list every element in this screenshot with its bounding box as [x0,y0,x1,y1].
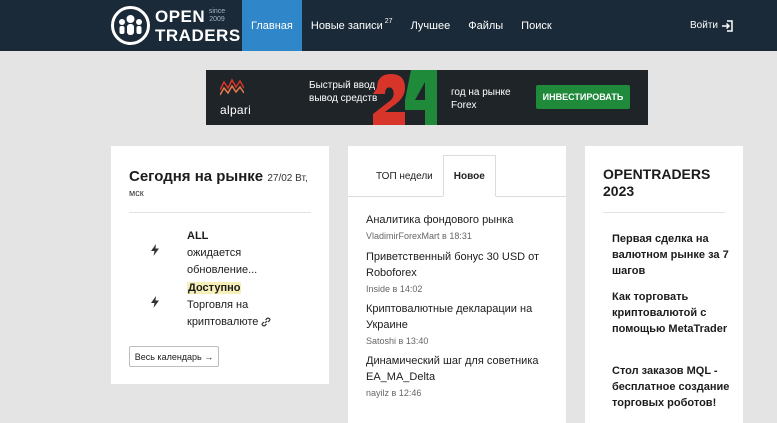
feed-post[interactable]: Криптовалютные декларации на Украине Sat… [366,301,556,346]
post-meta: nayilz в 12:46 [366,388,556,398]
post-author[interactable]: Inside [366,284,390,294]
post-title[interactable]: Криптовалютные декларации на Украине [366,301,556,333]
post-author[interactable]: Satoshi [366,336,396,346]
nav-item-label: Главная [251,19,293,32]
alpari-ad-banner[interactable]: alpari Быстрый ввод и вывод средств год … [206,70,648,125]
opentraders-title: OPENTRADERS 2023 [603,166,711,199]
logo-text-traders: TRADERS [155,26,241,45]
posts-feed-card: ТОП недели Новое Аналитика фондового рын… [348,146,566,423]
market-event-text: ALL ожидается обновление... [187,228,307,279]
market-today-card: Сегодня на рынке 27/02 Вт, мск ALL ожида… [111,146,329,384]
post-time: в 14:02 [392,284,423,294]
tab-top-week[interactable]: ТОП недели [366,155,443,197]
link-icon [261,317,271,327]
site-logo[interactable]: OPEN TRADERS since 2009 [111,0,240,51]
opentraders-2023-card: OPENTRADERS 2023 Первая сделка на валютн… [585,146,743,423]
post-title[interactable]: Приветственный бонус 30 USD от Roboforex [366,249,556,281]
nav-item-label: Поиск [521,19,552,32]
feed-tabs: ТОП недели Новое [366,155,496,197]
lightning-icon [151,244,159,256]
market-today-date: 27/02 Вт, [267,173,308,184]
market-today-title: Сегодня на рынке 27/02 Вт, [129,166,319,189]
divider [603,212,725,213]
main-nav: Главная Новые записи 27 Лучшее Файлы Пои… [242,0,561,51]
tab-new[interactable]: Новое [442,155,496,197]
invest-button[interactable]: ИНВЕСТИРОВАТЬ [536,85,630,109]
market-today-heading: Сегодня на рынке [129,168,264,185]
post-meta: Satoshi в 13:40 [366,336,556,346]
top-navigation-bar: OPEN TRADERS since 2009 Главная Новые за… [0,0,777,51]
login-icon [721,19,733,32]
post-title[interactable]: Динамический шаг для советника EA_MA_Del… [366,353,556,385]
nav-item-home[interactable]: Главная [242,0,302,51]
feed-post[interactable]: Аналитика фондового рынка VladimirForexM… [366,212,556,241]
post-time: в 18:31 [442,231,472,241]
opentraders-article-link[interactable]: Первая сделка на валютном рынке за 7 шаг… [612,231,732,279]
feed-post[interactable]: Приветственный бонус 30 USD от Roboforex… [366,249,556,294]
nav-item-new-posts[interactable]: Новые записи 27 [302,0,402,51]
opentraders-article-link[interactable]: Стол заказов MQL - бесплатное создание т… [612,363,732,411]
logo-people-icon [111,6,150,45]
post-meta: VladimirForexMart в 18:31 [366,231,556,241]
banner-24-graphic [373,70,437,125]
post-title[interactable]: Аналитика фондового рынка [366,212,556,228]
nav-item-label: Новые записи [310,19,383,32]
nav-item-search[interactable]: Поиск [512,0,560,51]
full-calendar-button[interactable]: Весь календарь → [129,346,219,367]
nav-item-best[interactable]: Лучшее [402,0,460,51]
post-author[interactable]: nayilz [366,388,389,398]
login-button[interactable]: Войти [690,0,733,51]
opentraders-article-link[interactable]: Как торговать криптовалютой с помощью Me… [612,289,732,337]
post-author[interactable]: VladimirForexMart [366,231,440,241]
post-time: в 12:46 [391,388,422,398]
alpari-brand: alpari [220,103,252,117]
market-event-title: ALL [187,230,209,242]
feed-post[interactable]: Динамический шаг для советника EA_MA_Del… [366,353,556,398]
lightning-icon [151,296,159,308]
login-label: Войти [690,20,718,31]
post-meta: Inside в 14:02 [366,284,556,294]
logo-text-open: OPEN [155,7,206,26]
banner-text-forex: год на рынке Forex [451,87,511,111]
logo-since-label: since 2009 [208,8,226,23]
market-event-text: Доступно Торговля на криптовалюте [187,280,307,331]
divider [129,212,311,213]
nav-item-label: Файлы [468,19,504,32]
market-event-link[interactable]: Торговля на криптовалюте [187,299,258,328]
post-time: в 13:40 [398,336,429,346]
market-timezone: мск [129,188,144,198]
market-event-badge: Доступно [187,282,242,294]
market-event-description: ожидается обновление... [187,247,258,276]
nav-item-files[interactable]: Файлы [459,0,512,51]
alpari-chart-icon [220,78,244,96]
new-posts-count-badge: 27 [384,18,393,25]
nav-item-label: Лучшее [410,19,451,32]
